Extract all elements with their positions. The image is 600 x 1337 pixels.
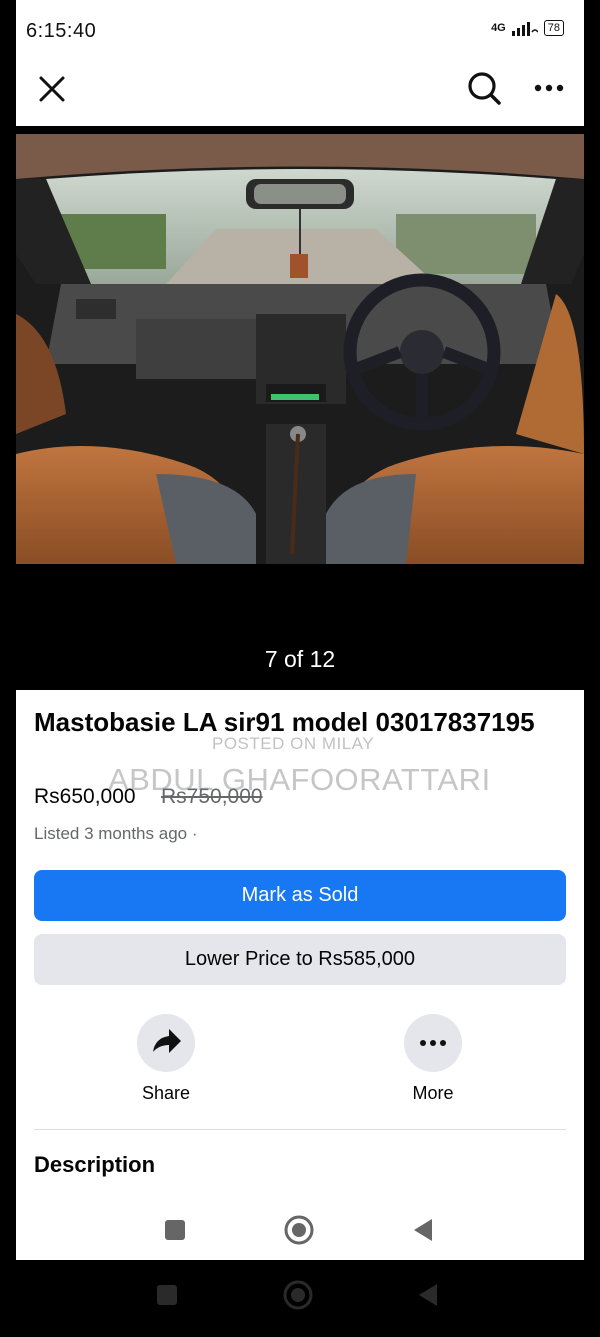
search-button[interactable]: [464, 68, 504, 108]
more-horizontal-icon: [534, 84, 564, 92]
more-label: More: [412, 1083, 454, 1103]
more-button[interactable]: [404, 1014, 462, 1072]
lower-price-button[interactable]: Lower Price to Rs585,000: [34, 934, 566, 985]
status-time: 6:15:40: [26, 20, 97, 42]
outer-recents-button[interactable]: [157, 1285, 177, 1305]
more-horizontal-icon: [420, 1040, 446, 1046]
outer-back-button[interactable]: [419, 1284, 437, 1306]
status-icons: 4G 78: [491, 20, 564, 36]
share-button[interactable]: [137, 1014, 195, 1072]
photo-viewer[interactable]: 7 of 12: [16, 126, 584, 690]
signal-icon: [511, 22, 538, 36]
watermark-line2: ABDUL GHAFOORATTARI: [108, 762, 491, 797]
close-button[interactable]: [34, 71, 70, 107]
outer-home-button[interactable]: [283, 1280, 313, 1310]
listing-details: Mastobasie LA sir91 model 03017837195 PO…: [16, 690, 584, 1260]
back-button[interactable]: [414, 1219, 432, 1241]
home-button[interactable]: [284, 1215, 314, 1245]
share-label: Share: [141, 1083, 191, 1103]
network-icon: 4G: [491, 22, 506, 34]
share-icon: [153, 1029, 181, 1053]
battery-icon: 78: [543, 20, 564, 36]
watermark-line1: POSTED ON MILAY: [212, 734, 375, 753]
car-interior-photo: [16, 134, 584, 564]
screenshot-frame: 6:15:40 4G 78 7 of 12 Mastobasie LA sir9…: [16, 0, 584, 1260]
top-bar: [16, 60, 584, 126]
outer-navigation-bar: [0, 1260, 600, 1332]
close-icon: [39, 76, 65, 102]
inner-navigation-bar: [16, 1195, 584, 1260]
listed-time: Listed 3 months ago ·: [34, 824, 198, 843]
search-icon: [468, 72, 501, 105]
more-options-button[interactable]: [530, 72, 570, 104]
recents-button[interactable]: [165, 1220, 185, 1240]
listing-photo[interactable]: [16, 134, 584, 564]
divider: [34, 1129, 566, 1130]
status-bar: 6:15:40 4G 78: [16, 0, 584, 60]
description-heading: Description: [34, 1152, 156, 1177]
photo-counter: 7 of 12: [264, 646, 336, 672]
mark-as-sold-button[interactable]: Mark as Sold: [34, 870, 566, 921]
